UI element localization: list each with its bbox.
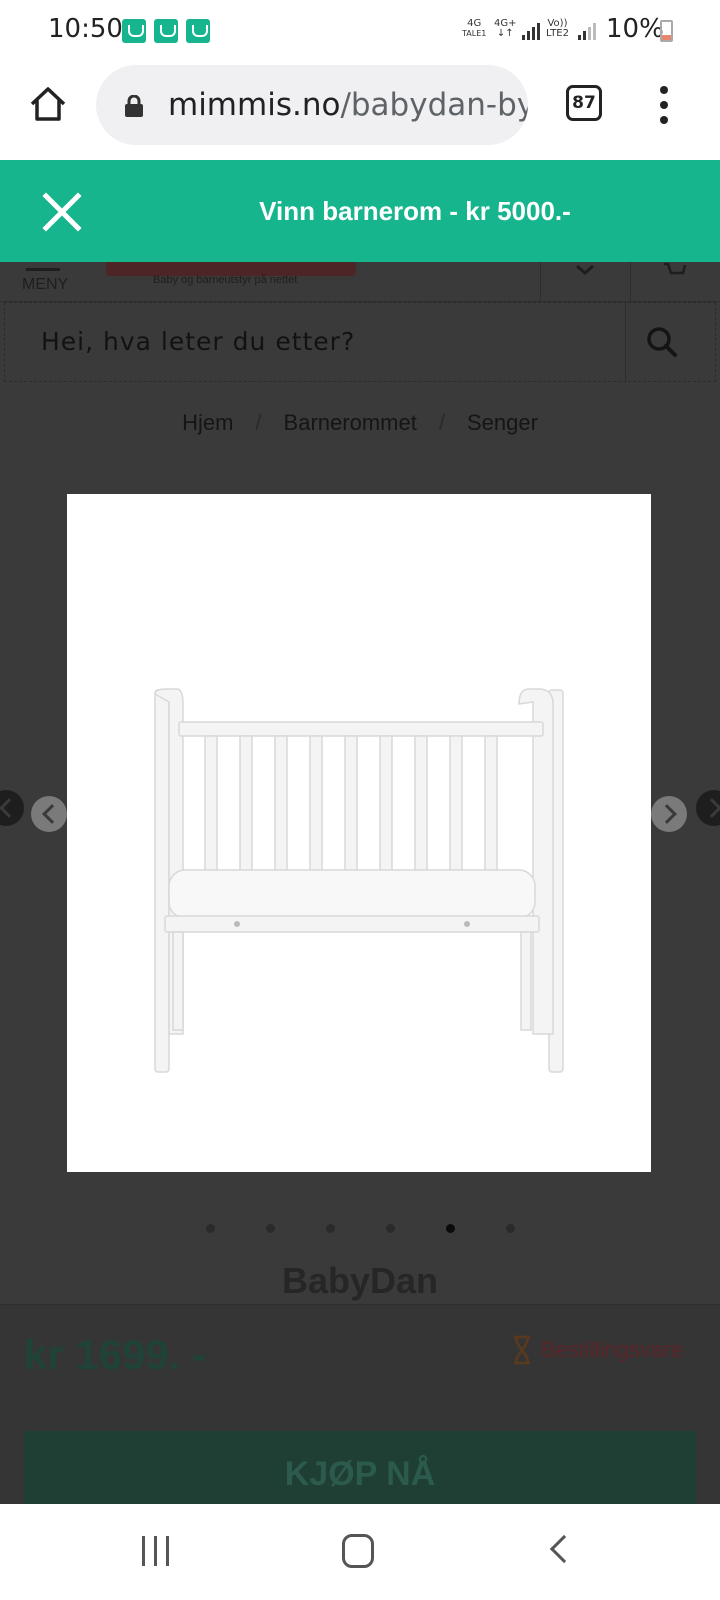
home-button[interactable] (26, 82, 70, 126)
lock-icon (124, 94, 144, 117)
app-notification-icon (122, 19, 146, 43)
url-text: mimmis.no/babydan-by- (168, 87, 528, 123)
breadcrumb-home[interactable]: Hjem (182, 410, 233, 435)
app-notification-icon (186, 19, 210, 43)
search-input[interactable]: Hei, hva leter du etter? (41, 327, 355, 356)
address-bar[interactable]: mimmis.no/babydan-by- (96, 65, 528, 145)
pagination-dot[interactable] (506, 1224, 515, 1233)
pagination-dot[interactable] (386, 1224, 395, 1233)
network-sim: TALE1 (462, 29, 487, 38)
status-bar: 10:50 4G TALE1 4G+ ↓↑ Vo)) LTE2 10% (0, 0, 720, 62)
hourglass-icon (512, 1335, 532, 1365)
pagination-dot[interactable] (326, 1224, 335, 1233)
buy-now-label: KJØP NÅ (284, 1455, 436, 1493)
url-domain: mimmis.no (168, 87, 341, 123)
breadcrumb-barnerommet[interactable]: Barnerommet (284, 410, 417, 435)
promo-banner[interactable]: Vinn barnerom - kr 5000.- (0, 160, 720, 262)
battery-icon (660, 20, 673, 42)
tab-switcher-button[interactable]: 87 (566, 85, 602, 121)
breadcrumb-senger[interactable]: Senger (467, 410, 538, 435)
status-time: 10:50 (48, 14, 123, 44)
search-bar[interactable]: Hei, hva leter du etter? (4, 302, 716, 382)
hamburger-icon[interactable] (26, 268, 60, 271)
breadcrumb-separator: / (255, 410, 262, 435)
breadcrumb: Hjem / Barnerommet / Senger (0, 410, 720, 436)
buy-now-button[interactable]: KJØP NÅ (24, 1431, 696, 1504)
gallery-prev-arrow[interactable] (31, 796, 67, 832)
network-label: Vo)) LTE2 (546, 19, 569, 39)
signal-icon (522, 22, 544, 40)
carousel-prev-arrow[interactable] (0, 790, 24, 826)
buy-panel: kr 1699. - Bestillingsvare KJØP NÅ (0, 1304, 720, 1504)
site-header: MENY Baby og barneutstyr på nettet (0, 262, 720, 302)
search-icon[interactable] (645, 325, 679, 359)
carousel-next-arrow[interactable] (696, 790, 720, 826)
url-path: /babydan-by- (340, 87, 528, 123)
app-notification-icon (154, 19, 178, 43)
cart-icon[interactable] (664, 262, 687, 276)
page-overlay[interactable]: MENY Baby og barneutstyr på nettet Hei, … (0, 262, 720, 1504)
stock-status: Bestillingsvare (541, 1337, 683, 1362)
browser-toolbar: mimmis.no/babydan-by- 87 (0, 62, 720, 160)
network-label: 4G+ ↓↑ (494, 19, 517, 39)
gallery-next-arrow[interactable] (651, 796, 687, 832)
network-sim: LTE2 (546, 28, 569, 39)
system-nav-bar (0, 1504, 720, 1600)
network-label: 4G TALE1 (462, 19, 486, 39)
signal-icon (578, 22, 600, 40)
product-brand: BabyDan (281, 1260, 439, 1301)
pagination-dot[interactable] (266, 1224, 275, 1233)
chevron-down-icon[interactable] (576, 262, 594, 275)
data-activity: ↓↑ (496, 28, 514, 39)
image-pagination (0, 1224, 720, 1234)
recent-apps-button[interactable] (142, 1536, 172, 1566)
promo-text[interactable]: Vinn barnerom - kr 5000.- (0, 196, 720, 227)
home-nav-button[interactable] (342, 1534, 374, 1568)
back-button[interactable] (549, 1534, 579, 1564)
product-price: kr 1699. - (24, 1331, 207, 1378)
crib-image (154, 688, 564, 1073)
home-icon (30, 87, 66, 121)
battery-level: 10% (606, 14, 664, 44)
network-type: 4G (467, 18, 482, 29)
breadcrumb-separator: / (438, 410, 445, 435)
product-image[interactable] (67, 494, 651, 1172)
pagination-dot[interactable] (206, 1224, 215, 1233)
pagination-dot-active[interactable] (446, 1224, 455, 1233)
logo-tagline: Baby og barneutstyr på nettet (153, 274, 298, 286)
menu-button[interactable]: MENY (22, 276, 68, 294)
browser-menu-button[interactable] (652, 86, 676, 126)
